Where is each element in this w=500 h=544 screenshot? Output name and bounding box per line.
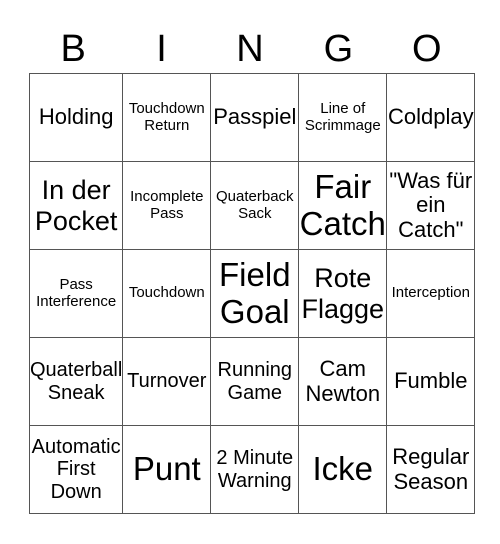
header-letter: B [60, 28, 86, 70]
bingo-cell[interactable]: Cam Newton [298, 337, 388, 426]
bingo-cell[interactable]: Pass Interference [28, 249, 124, 338]
bingo-cell[interactable]: Regular Season [386, 425, 476, 514]
bingo-cell[interactable]: "Was für ein Catch" [386, 161, 476, 250]
bingo-cell[interactable]: Running Game [210, 337, 300, 426]
bingo-cell[interactable]: Passpiel [210, 73, 300, 162]
bingo-grid: Holding Touchdown Return Passpiel Line of S… [28, 73, 476, 514]
header-letter: O [411, 28, 442, 70]
bingo-cell[interactable]: Quaterback Sack [210, 161, 300, 250]
bingo-cell[interactable]: Line of Scrimmage [298, 73, 388, 162]
bingo-cell[interactable]: In der Pocket [28, 161, 124, 250]
bingo-cell[interactable]: Interception [386, 249, 476, 338]
bingo-row: Pass Interference Touchdown Field Goal Rote… [28, 249, 476, 338]
bingo-cell[interactable]: Touchdown Return [122, 73, 212, 162]
bingo-cell[interactable]: Holding [28, 73, 124, 162]
bingo-cell[interactable]: Fumble [386, 337, 476, 426]
bingo-cell[interactable]: Fair Catch [298, 161, 388, 250]
bingo-cell[interactable]: Quaterball Sneak [28, 337, 124, 426]
bingo-cell[interactable]: Icke [298, 425, 388, 514]
bingo-row: Automatic First Down Punt 2 Minute Warning… [28, 425, 476, 514]
bingo-cell[interactable]: Coldplay [386, 73, 476, 162]
bingo-row: In der Pocket Incomplete Pass Quaterback S… [28, 161, 476, 250]
header-letter: I [156, 28, 167, 70]
header-letter: N [236, 28, 264, 70]
bingo-cell[interactable]: Automatic First Down [28, 425, 124, 514]
bingo-cell[interactable]: Field Goal [210, 249, 300, 338]
bingo-cell[interactable]: Turnover [122, 337, 212, 426]
bingo-header: B I N G O [29, 26, 471, 72]
bingo-cell[interactable]: Incomplete Pass [122, 161, 212, 250]
bingo-cell[interactable]: Punt [122, 425, 212, 514]
bingo-cell[interactable]: 2 Minute Warning [210, 425, 300, 514]
bingo-row: Quaterball Sneak Turnover Running Game Cam … [28, 337, 476, 426]
bingo-cell[interactable]: Touchdown [122, 249, 212, 338]
bingo-cell[interactable]: Rote Flagge [298, 249, 388, 338]
header-letter: G [323, 28, 354, 70]
bingo-row: Holding Touchdown Return Passpiel Line of S… [28, 73, 476, 162]
